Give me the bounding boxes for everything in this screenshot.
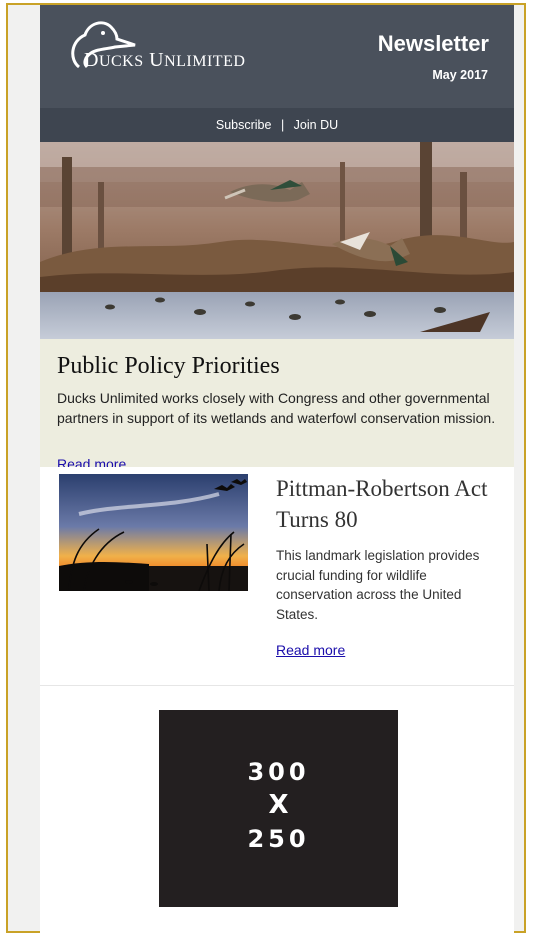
article-image[interactable] — [59, 474, 248, 591]
separator: | — [280, 118, 285, 132]
policy-title[interactable]: Public Policy Priorities — [57, 353, 280, 380]
section-divider — [40, 685, 514, 686]
email-header: DUCKS UNLIMITED Newsletter May 2017 — [40, 5, 514, 108]
sunset-marsh-photo-icon — [59, 474, 248, 591]
ad-height-label: 250 — [247, 825, 310, 853]
policy-body: Ducks Unlimited works closely with Congr… — [57, 390, 496, 426]
policy-read-more-link[interactable]: Read more — [57, 456, 126, 467]
policy-section: Public Policy Priorities Ducks Unlimited… — [40, 339, 514, 467]
join-du-link[interactable]: Join DU — [294, 118, 338, 132]
article-body: This landmark legislation provides cruci… — [276, 548, 480, 622]
newsletter-title: Newsletter — [377, 31, 489, 56]
newsletter-email: DUCKS UNLIMITED Newsletter May 2017 Subs… — [40, 5, 514, 935]
article-title[interactable]: Pittman-Robertson Act Turns 80 — [276, 473, 504, 535]
brand-wordmark[interactable]: DUCKS UNLIMITED — [84, 49, 245, 72]
issue-date: May 2017 — [432, 68, 488, 82]
article-read-more-link[interactable]: Read more — [276, 642, 345, 658]
ad-width-label: 300 — [247, 758, 310, 786]
ad-placeholder[interactable]: 300 X 250 — [159, 710, 398, 907]
subscribe-bar: Subscribe | Join DU — [40, 108, 514, 142]
mallard-ducks-photo-icon — [40, 142, 514, 339]
hero-image[interactable] — [40, 142, 514, 339]
ad-x-label: X — [268, 790, 289, 820]
subscribe-link[interactable]: Subscribe — [216, 118, 272, 132]
